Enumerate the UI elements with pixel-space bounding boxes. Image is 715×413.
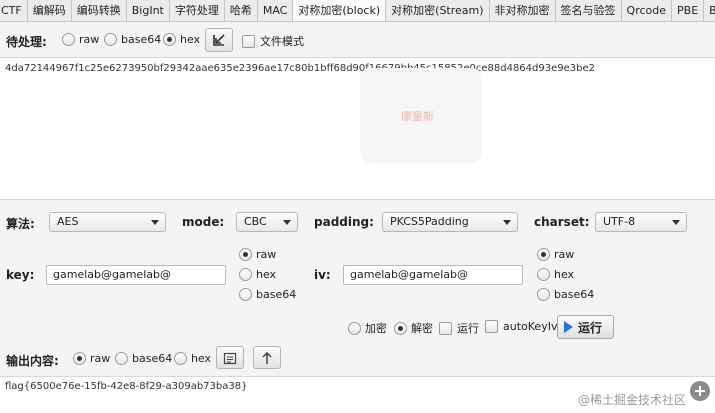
encrypt-radio[interactable]: 加密: [348, 320, 387, 336]
chevron-down-icon: [283, 220, 291, 225]
input-label: 待处理:: [6, 35, 47, 49]
output-textarea[interactable]: flag{6500e76e-15fb-42e8-8f29-a309ab73ba3…: [0, 376, 715, 413]
charset-label: charset:: [534, 215, 590, 229]
key-format-raw[interactable]: raw: [239, 248, 276, 261]
radio-icon: [115, 352, 128, 365]
radio-icon: [537, 268, 550, 281]
input-textarea[interactable]: 4da72144967f1c25e6273950bf29342aae635e23…: [0, 58, 715, 200]
play-icon: [564, 321, 573, 333]
radio-icon: [62, 33, 75, 46]
tab-asymmetric[interactable]: 非对称加密: [489, 0, 556, 21]
decrypt-radio[interactable]: 解密: [394, 320, 433, 336]
mode-label: mode:: [182, 215, 225, 229]
key-label: key:: [6, 268, 35, 282]
tab-ctf[interactable]: CTF: [0, 0, 28, 21]
radio-icon: [348, 321, 361, 335]
tab-pbe[interactable]: PBE: [672, 0, 705, 21]
output-label: 输出内容:: [6, 354, 59, 368]
radio-selected-icon: [73, 352, 86, 365]
autokeyiv-checkbox[interactable]: autoKeyIv: [485, 320, 557, 333]
import-arrow-icon: [213, 34, 225, 46]
key-input[interactable]: gamelab@gamelab@: [46, 265, 226, 285]
input-text: 4da72144967f1c25e6273950bf29342aae635e23…: [5, 63, 595, 74]
chevron-down-icon: [503, 220, 511, 225]
algorithm-select[interactable]: AES: [49, 212, 166, 232]
radio-selected-icon: [163, 33, 176, 46]
chevron-down-icon: [672, 220, 680, 225]
iv-format-base64[interactable]: base64: [537, 288, 594, 301]
input-format-hex[interactable]: hex: [163, 33, 200, 46]
mode-select[interactable]: CBC: [236, 212, 298, 232]
radio-icon: [174, 352, 187, 365]
output-format-base64[interactable]: base64: [115, 352, 172, 365]
radio-selected-icon: [239, 248, 252, 261]
iv-format-hex[interactable]: hex: [537, 268, 574, 281]
iv-label: iv:: [314, 268, 331, 282]
tab-symmetric-block[interactable]: 对称加密(block): [293, 0, 387, 21]
run-checkbox[interactable]: 运行: [439, 320, 479, 336]
output-text: flag{6500e76e-15fb-42e8-8f29-a309ab73ba3…: [5, 381, 248, 392]
tab-bar: CTF 编解码 编码转换 BigInt 字符处理 哈希 MAC 对称加密(blo…: [0, 0, 715, 22]
input-toolbar: 待处理: raw base64 hex 文件模式: [0, 22, 715, 58]
corner-watermark: @稀土掘金技术社区: [578, 393, 687, 407]
tab-qrcode[interactable]: Qrcode: [621, 0, 673, 21]
iv-input[interactable]: gamelab@gamelab@: [343, 265, 523, 285]
plus-icon[interactable]: [690, 381, 710, 401]
chevron-down-icon: [151, 220, 159, 225]
key-format-hex[interactable]: hex: [239, 268, 276, 281]
key-format-base64[interactable]: base64: [239, 288, 296, 301]
radio-icon: [239, 268, 252, 281]
input-format-raw[interactable]: raw: [62, 33, 99, 46]
output-format-raw[interactable]: raw: [73, 352, 110, 365]
run-button[interactable]: 运行: [557, 315, 614, 339]
tab-symmetric-stream[interactable]: 对称加密(Stream): [386, 0, 490, 21]
radio-selected-icon: [394, 321, 407, 335]
tab-string-process[interactable]: 字符处理: [169, 0, 225, 21]
clipboard-icon: [223, 352, 237, 364]
file-mode-checkbox[interactable]: 文件模式: [242, 33, 304, 49]
input-format-base64[interactable]: base64: [104, 33, 161, 46]
radio-icon: [104, 33, 117, 46]
iv-format-raw[interactable]: raw: [537, 248, 574, 261]
checkbox-icon: [439, 321, 452, 335]
tab-hash[interactable]: 哈希: [224, 0, 258, 21]
radio-selected-icon: [537, 248, 550, 261]
radio-icon: [239, 288, 252, 301]
move-up-button[interactable]: [253, 346, 281, 369]
radio-icon: [537, 288, 550, 301]
checkbox-icon: [242, 34, 255, 48]
copy-output-button[interactable]: [216, 346, 244, 369]
tab-mac[interactable]: MAC: [257, 0, 294, 21]
output-format-hex[interactable]: hex: [174, 352, 211, 365]
algorithm-label: 算法:: [6, 217, 35, 231]
tab-encoding-convert[interactable]: 编码转换: [71, 0, 127, 21]
arrow-up-icon: [262, 351, 272, 364]
tab-codec[interactable]: 编解码: [27, 0, 72, 21]
cipher-settings-panel: 算法: AES mode: CBC padding: PKCS5Padding …: [0, 200, 715, 372]
padding-label: padding:: [314, 215, 374, 229]
tab-sign-verify[interactable]: 签名与验签: [555, 0, 622, 21]
checkbox-icon: [485, 320, 498, 333]
padding-select[interactable]: PKCS5Padding: [382, 212, 518, 232]
watermark-overlay-text: 康童新: [401, 110, 434, 123]
tab-browser[interactable]: Browser: [704, 0, 715, 21]
import-button[interactable]: [205, 28, 233, 52]
tab-bigint[interactable]: BigInt: [126, 0, 170, 21]
charset-select[interactable]: UTF-8: [595, 212, 687, 232]
